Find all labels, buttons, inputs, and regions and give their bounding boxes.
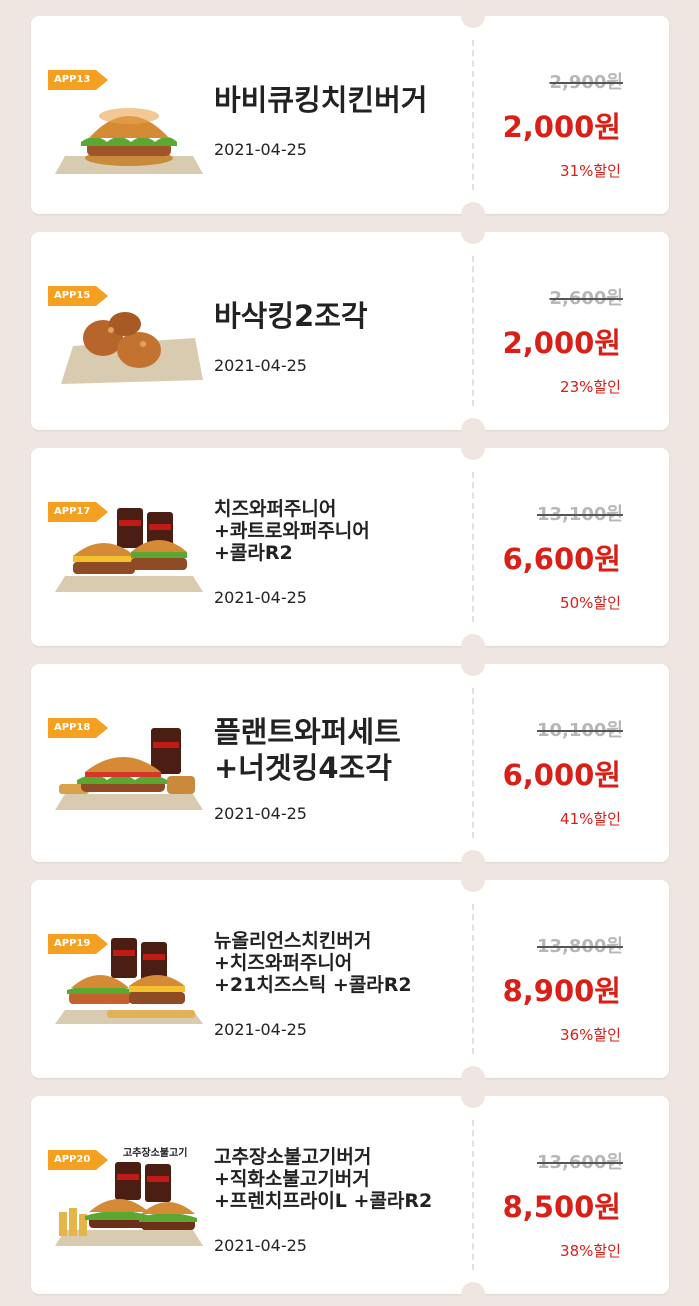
- app-coupon-badge: APP13: [48, 70, 108, 90]
- app-coupon-badge: APP17: [48, 502, 108, 522]
- coupon-date: 2021-04-25: [214, 140, 307, 159]
- dashed-divider: [472, 688, 474, 838]
- sale-price: 8,500원: [502, 1190, 621, 1224]
- coupon-card[interactable]: APP19 뉴올리언스치킨버거 +치즈와퍼주니어 +21치즈스틱 +콜라R2 2…: [31, 868, 669, 1090]
- coupon-list: APP13 바비큐킹치킨버거 2021-04-25 2,900원 2,000원 …: [0, 0, 699, 1306]
- app-coupon-badge: APP18: [48, 718, 108, 738]
- coupon-card[interactable]: APP17 치즈와퍼주니어 +콰트로와퍼주니어 +콜라R2 2021-04-25…: [31, 436, 669, 658]
- original-price: 2,900원: [549, 72, 624, 93]
- discount-rate: 23%할인: [560, 378, 621, 396]
- discount-rate: 38%할인: [560, 1242, 621, 1260]
- sale-price: 6,600원: [502, 542, 621, 576]
- sale-price: 2,000원: [502, 110, 621, 144]
- original-price: 2,600원: [549, 288, 624, 309]
- original-price: 13,100원: [536, 504, 623, 525]
- ticket-notch: [461, 436, 485, 460]
- ticket-notch: [461, 1282, 485, 1306]
- coupon-date: 2021-04-25: [214, 804, 307, 823]
- original-price: 10,100원: [536, 720, 623, 741]
- coupon-title: 바비큐킹치킨버거: [214, 83, 428, 117]
- discount-rate: 50%할인: [560, 594, 621, 612]
- coupon-card[interactable]: APP15 바삭킹2조각 2021-04-25 2,600원 2,000원 23…: [31, 220, 669, 442]
- sale-price: 6,000원: [502, 758, 621, 792]
- dashed-divider: [472, 256, 474, 406]
- ticket-notch: [461, 1084, 485, 1108]
- coupon-date: 2021-04-25: [214, 1236, 307, 1255]
- dashed-divider: [472, 40, 474, 190]
- coupon-date: 2021-04-25: [214, 1020, 307, 1039]
- bbq-chicken-burger-image: [55, 86, 203, 178]
- bulgogi-burger-combo-image: [55, 1160, 203, 1252]
- coupon-date: 2021-04-25: [214, 356, 307, 375]
- dashed-divider: [472, 1120, 474, 1270]
- discount-rate: 31%할인: [560, 162, 621, 180]
- dashed-divider: [472, 472, 474, 622]
- original-price: 13,800원: [536, 936, 623, 957]
- sale-price: 2,000원: [502, 326, 621, 360]
- ticket-notch: [461, 220, 485, 244]
- coupon-card[interactable]: APP13 바비큐킹치킨버거 2021-04-25 2,900원 2,000원 …: [31, 4, 669, 226]
- app-coupon-badge: APP19: [48, 934, 108, 954]
- coupon-title: 고추장소불고기버거 +직화소불고기버거 +프렌치프라이L +콜라R2: [214, 1146, 433, 1212]
- app-coupon-badge: APP15: [48, 286, 108, 306]
- coupon-date: 2021-04-25: [214, 588, 307, 607]
- coupon-card[interactable]: APP18 플랜트와퍼세트 +너겟킹4조각 2021-04-25 10,100원…: [31, 652, 669, 874]
- coupon-card[interactable]: 고추장소불고기 APP20 고추장소불고기버거 +직화소불고기버거 +프렌치프라…: [31, 1084, 669, 1306]
- fried-chicken-image: [55, 294, 203, 386]
- ticket-notch: [461, 4, 485, 28]
- dashed-divider: [472, 904, 474, 1054]
- ticket-notch: [461, 652, 485, 676]
- coupon-title: 치즈와퍼주니어 +콰트로와퍼주니어 +콜라R2: [214, 498, 370, 564]
- coupon-title: 뉴올리언스치킨버거 +치즈와퍼주니어 +21치즈스틱 +콜라R2: [214, 930, 412, 996]
- product-sub-tag: 고추장소불고기: [123, 1148, 188, 1159]
- coupon-title: 바삭킹2조각: [214, 299, 368, 333]
- app-coupon-badge: APP20: [48, 1150, 108, 1170]
- coupon-title: 플랜트와퍼세트 +너겟킹4조각: [214, 715, 401, 785]
- sale-price: 8,900원: [502, 974, 621, 1008]
- discount-rate: 36%할인: [560, 1026, 621, 1044]
- discount-rate: 41%할인: [560, 810, 621, 828]
- original-price: 13,600원: [536, 1152, 623, 1173]
- ticket-notch: [461, 868, 485, 892]
